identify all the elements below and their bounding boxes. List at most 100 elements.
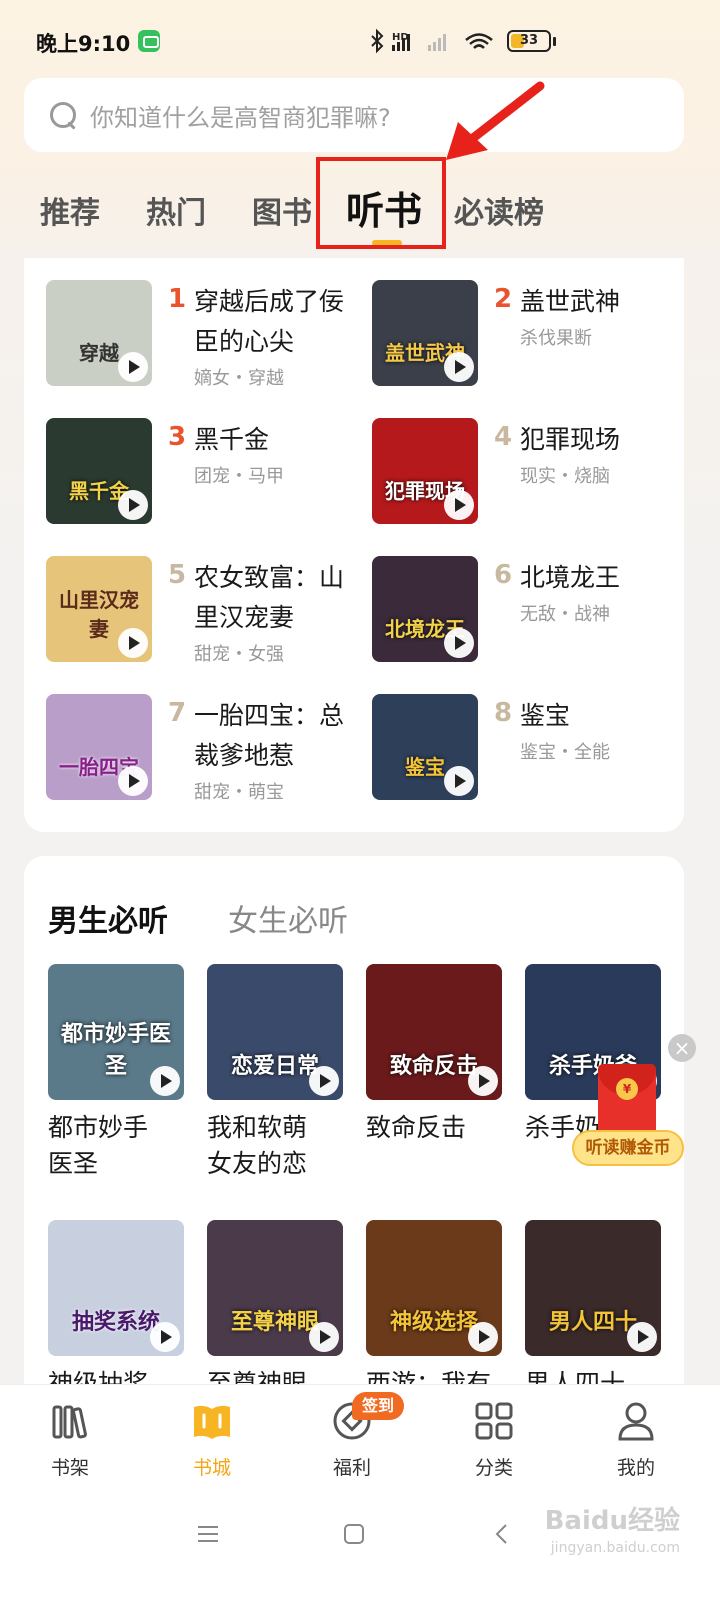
book-title: 致命反击	[366, 1113, 467, 1142]
book-cover[interactable]: 山里汉宠妻	[46, 556, 152, 662]
svg-text:HD: HD	[392, 32, 409, 43]
profile-icon	[618, 1402, 654, 1441]
bluetooth-icon	[371, 28, 384, 54]
book-cover[interactable]: 至尊神眼	[207, 1220, 343, 1356]
book-title: 我和软萌 女友的恋	[207, 1113, 308, 1178]
battery-level: 33	[519, 33, 539, 48]
tab-recommend[interactable]: 推荐	[40, 188, 100, 232]
rank-number: 4	[494, 422, 513, 452]
book-cover[interactable]: 恋爱日常	[207, 964, 343, 1100]
rank-number: 3	[168, 422, 187, 452]
tab-must-read[interactable]: 必读榜	[454, 188, 544, 232]
menu-icon[interactable]	[196, 1522, 220, 1546]
nav-book-city[interactable]: 书城	[162, 1399, 262, 1480]
tab-female-must-listen[interactable]: 女生必听	[228, 896, 348, 940]
rank-number: 5	[168, 560, 187, 590]
play-icon[interactable]	[118, 628, 148, 658]
book-cover[interactable]: 鉴宝	[372, 694, 478, 800]
nav-label: 书架	[50, 1457, 89, 1479]
book-title: 犯罪现场	[520, 425, 621, 454]
home-icon[interactable]	[342, 1522, 366, 1546]
book-tags: 现实・烧脑	[520, 466, 610, 487]
book-title: 农女致富：山里汉宠妻	[194, 563, 345, 632]
book-cover[interactable]: 神级选择	[366, 1220, 502, 1356]
annotation-arrow-icon	[446, 81, 545, 160]
play-icon[interactable]	[444, 766, 474, 796]
play-icon[interactable]	[150, 1322, 180, 1352]
list-item[interactable]: 鉴宝 8 鉴宝 鉴宝・全能	[372, 694, 692, 804]
list-item[interactable]: 犯罪现场 4 犯罪现场 现实・烧脑	[372, 418, 692, 528]
play-icon[interactable]	[309, 1322, 339, 1352]
book-cover[interactable]: 穿越	[46, 280, 152, 386]
book-tags: 团宠・马甲	[194, 466, 284, 487]
book-cover[interactable]: 一胎四宝	[46, 694, 152, 800]
play-icon[interactable]	[444, 628, 474, 658]
book-cover[interactable]: 致命反击	[366, 964, 502, 1100]
nav-category[interactable]: 分类	[444, 1399, 544, 1480]
book-tags: 甜宠・萌宝	[194, 782, 284, 803]
book-tags: 无敌・战神	[520, 604, 610, 625]
battery-cap	[553, 37, 556, 46]
book-cover[interactable]: 黑千金	[46, 418, 152, 524]
list-item[interactable]: 一胎四宝 7 一胎四宝：总裁爹地惹 甜宠・萌宝	[46, 694, 366, 804]
nav-profile[interactable]: 我的	[586, 1399, 686, 1480]
list-item[interactable]: 穿越 1 穿越后成了佞臣的心尖 嫡女・穿越	[46, 280, 366, 390]
play-icon[interactable]	[444, 490, 474, 520]
play-icon[interactable]	[627, 1322, 657, 1352]
rank-number: 6	[494, 560, 513, 590]
list-item[interactable]: 盖世武神 2 盖世武神 杀伐果断	[372, 280, 692, 390]
ranking-card: 穿越 1 穿越后成了佞臣的心尖 嫡女・穿越 盖世武神 2 盖世武神 杀伐果断 黑…	[24, 258, 684, 832]
search-placeholder: 你知道什么是高智商犯罪嘛?	[90, 103, 391, 132]
bookshelf-icon	[52, 1405, 87, 1439]
status-time: 晚上9:10	[36, 32, 131, 56]
book-title: 盖世武神	[520, 287, 621, 316]
earn-coins-button[interactable]: 听读赚金币	[572, 1130, 684, 1166]
book-title: 黑千金	[194, 425, 270, 454]
play-icon[interactable]	[118, 352, 148, 382]
red-packet-icon[interactable]: ¥	[598, 1064, 656, 1136]
book-cover[interactable]: 北境龙王	[372, 556, 478, 662]
rank-number: 8	[494, 698, 513, 728]
tab-books[interactable]: 图书	[252, 188, 312, 232]
coin-icon: ¥	[616, 1078, 638, 1100]
rank-number: 7	[168, 698, 187, 728]
nav-bookshelf[interactable]: 书架	[20, 1399, 120, 1480]
book-cover[interactable]: 盖世武神	[372, 280, 478, 386]
status-bar: 晚上9:10 HD 33	[0, 0, 720, 84]
book-cover[interactable]: 男人四十	[525, 1220, 661, 1356]
tab-hot[interactable]: 热门	[146, 188, 206, 232]
nav-label: 书城	[192, 1457, 231, 1479]
tab-male-must-listen[interactable]: 男生必听	[48, 896, 168, 940]
category-icon	[475, 1402, 513, 1440]
play-icon[interactable]	[118, 766, 148, 796]
signal-icon	[428, 34, 446, 51]
book-tags: 嫡女・穿越	[194, 368, 284, 389]
book-cover[interactable]: 犯罪现场	[372, 418, 478, 524]
play-icon[interactable]	[118, 490, 148, 520]
play-icon[interactable]	[468, 1066, 498, 1096]
close-icon[interactable]: ×	[668, 1034, 696, 1062]
book-tags: 甜宠・女强	[194, 644, 284, 665]
book-cover[interactable]: 都市妙手医圣	[48, 964, 184, 1100]
battery-icon: 33	[507, 30, 551, 52]
book-title: 都市妙手 医圣	[48, 1113, 149, 1178]
play-icon[interactable]	[309, 1066, 339, 1096]
list-item[interactable]: 山里汉宠妻 5 农女致富：山里汉宠妻 甜宠・女强	[46, 556, 366, 666]
book-city-icon	[194, 1405, 230, 1439]
check-in-badge[interactable]: 签到	[352, 1392, 405, 1420]
book-title: 一胎四宝：总裁爹地惹	[194, 701, 345, 770]
book-title: 北境龙王	[520, 563, 621, 592]
play-icon[interactable]	[468, 1322, 498, 1352]
search-icon	[48, 100, 78, 130]
search-input[interactable]: 你知道什么是高智商犯罪嘛?	[24, 78, 684, 152]
list-item[interactable]: 北境龙王 6 北境龙王 无敌・战神	[372, 556, 692, 666]
play-icon[interactable]	[444, 352, 474, 382]
back-icon[interactable]	[490, 1522, 514, 1546]
play-icon[interactable]	[150, 1066, 180, 1096]
watermark: Baidu经验	[544, 1506, 680, 1536]
book-cover[interactable]: 抽奖系统	[48, 1220, 184, 1356]
book-title: 鉴宝	[520, 701, 571, 730]
nav-label: 分类	[474, 1457, 513, 1479]
book-tags: 杀伐果断	[520, 328, 592, 349]
list-item[interactable]: 黑千金 3 黑千金 团宠・马甲	[46, 418, 366, 528]
